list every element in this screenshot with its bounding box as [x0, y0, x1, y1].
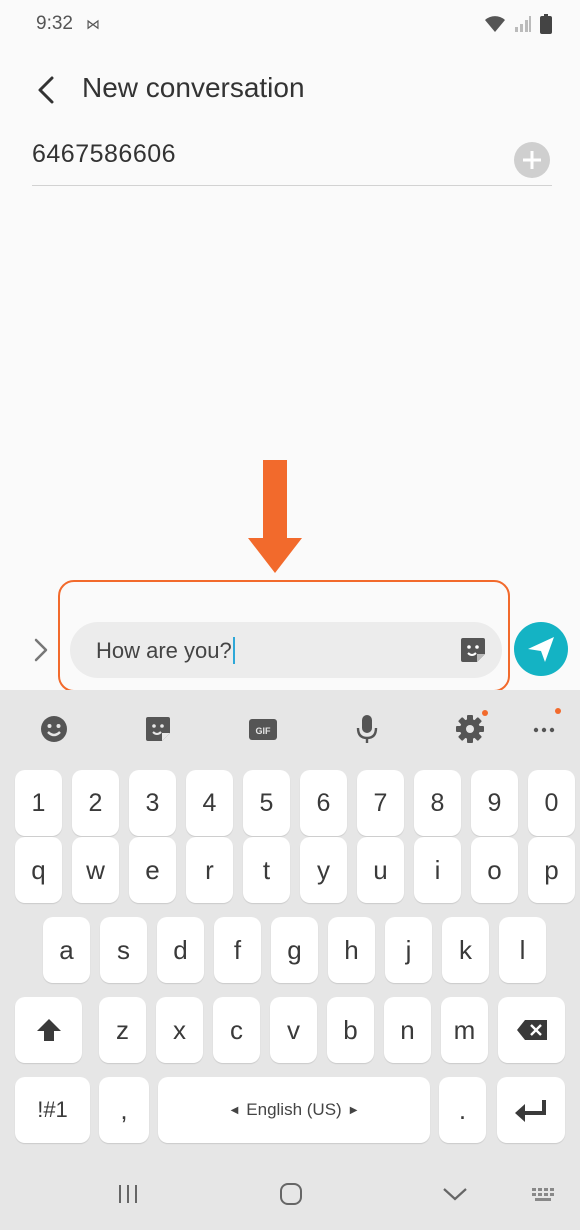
mic-icon [356, 715, 378, 743]
key-c[interactable]: c [213, 997, 260, 1063]
shift-icon [36, 1019, 61, 1041]
more-badge [555, 708, 561, 714]
sticker-icon [146, 717, 170, 741]
key-r[interactable]: r [186, 837, 233, 903]
key-b[interactable]: b [327, 997, 374, 1063]
compose-sticker-button[interactable] [458, 635, 488, 665]
key-g[interactable]: g [271, 917, 318, 983]
expand-button[interactable] [30, 632, 52, 668]
keyboard-toolbar: GIF [0, 704, 580, 760]
message-text-value: How are you? [96, 638, 232, 663]
sticker-icon [461, 638, 485, 662]
recipient-input[interactable]: 6467586606 [32, 140, 176, 169]
key-n[interactable]: n [384, 997, 431, 1063]
recipient-field[interactable]: 6467586606 [32, 130, 552, 186]
key-3[interactable]: 3 [129, 770, 176, 836]
gif-icon: GIF [249, 719, 277, 740]
key-9[interactable]: 9 [471, 770, 518, 836]
back-button[interactable] [30, 70, 66, 110]
key-k[interactable]: k [442, 917, 489, 983]
message-input[interactable]: How are you? [70, 622, 502, 678]
key-s[interactable]: s [100, 917, 147, 983]
key-m[interactable]: m [441, 997, 488, 1063]
key-7[interactable]: 7 [357, 770, 404, 836]
emoji-icon [41, 716, 67, 742]
key-8[interactable]: 8 [414, 770, 461, 836]
key-l[interactable]: l [499, 917, 546, 983]
gif-button[interactable]: GIF [248, 714, 278, 744]
language-right-arrow-icon: ▶ [349, 1104, 358, 1116]
key-t[interactable]: t [243, 837, 290, 903]
text-cursor [232, 637, 235, 664]
wifi-icon [485, 16, 505, 32]
key-1[interactable]: 1 [15, 770, 62, 836]
gif-label: GIF [256, 726, 272, 736]
key-a[interactable]: a [43, 917, 90, 983]
key-d[interactable]: d [157, 917, 204, 983]
status-icons [484, 14, 552, 34]
key-x[interactable]: x [156, 997, 203, 1063]
key-y[interactable]: y [300, 837, 347, 903]
settings-icon [456, 715, 484, 743]
chevron-right-icon [34, 638, 48, 662]
key-2[interactable]: 2 [72, 770, 119, 836]
period-key[interactable]: . [439, 1077, 486, 1143]
keyboard-settings-button[interactable] [455, 710, 488, 744]
enter-icon [515, 1100, 546, 1122]
key-6[interactable]: 6 [300, 770, 347, 836]
send-button[interactable] [514, 622, 568, 676]
backspace-icon [516, 1020, 547, 1040]
app-header: New conversation [0, 60, 580, 120]
backspace-key[interactable] [498, 997, 565, 1063]
key-v[interactable]: v [270, 997, 317, 1063]
status-bar: 9:32 ⋈ [0, 0, 580, 50]
plus-icon [523, 151, 541, 169]
key-h[interactable]: h [328, 917, 375, 983]
key-w[interactable]: w [72, 837, 119, 903]
send-icon [528, 637, 554, 662]
recent-apps-icon[interactable] [117, 1182, 139, 1206]
key-4[interactable]: 4 [186, 770, 233, 836]
key-u[interactable]: u [357, 837, 404, 903]
language-left-arrow-icon: ◀ [230, 1104, 239, 1116]
voice-input-button[interactable] [352, 714, 382, 744]
more-options-button[interactable] [531, 708, 561, 744]
home-icon[interactable] [279, 1182, 303, 1206]
back-arrow-icon [38, 76, 54, 104]
settings-badge [482, 710, 488, 716]
key-i[interactable]: i [414, 837, 461, 903]
enter-key[interactable] [497, 1077, 565, 1143]
key-z[interactable]: z [99, 997, 146, 1063]
message-text[interactable]: How are you? [96, 637, 235, 664]
key-0[interactable]: 0 [528, 770, 575, 836]
emoji-button[interactable] [39, 714, 69, 744]
sticker-button[interactable] [143, 714, 173, 744]
key-q[interactable]: q [15, 837, 62, 903]
signal-icon [515, 16, 531, 32]
symbols-key[interactable]: !#1 [15, 1077, 90, 1143]
annotation-arrow-icon [248, 460, 302, 573]
battery-icon [540, 14, 552, 34]
status-time: 9:32 [36, 13, 73, 34]
page-title: New conversation [82, 72, 305, 103]
keyboard: GIF 1 2 3 4 5 6 7 8 9 0 q w e r t y u i … [0, 690, 580, 1230]
key-f[interactable]: f [214, 917, 261, 983]
keyboard-switch-icon[interactable] [530, 1182, 560, 1206]
notification-icon: ⋈ [86, 16, 100, 32]
navigation-bar [0, 1160, 580, 1230]
add-recipient-button[interactable] [514, 142, 550, 178]
back-nav-icon[interactable] [442, 1182, 468, 1206]
key-e[interactable]: e [129, 837, 176, 903]
key-o[interactable]: o [471, 837, 518, 903]
key-j[interactable]: j [385, 917, 432, 983]
more-icon [533, 727, 555, 733]
shift-key[interactable] [15, 997, 82, 1063]
space-key-label: English (US) [246, 1100, 342, 1119]
space-key[interactable]: ◀ English (US) ▶ [158, 1077, 430, 1143]
key-p[interactable]: p [528, 837, 575, 903]
key-5[interactable]: 5 [243, 770, 290, 836]
comma-key[interactable]: , [99, 1077, 149, 1143]
